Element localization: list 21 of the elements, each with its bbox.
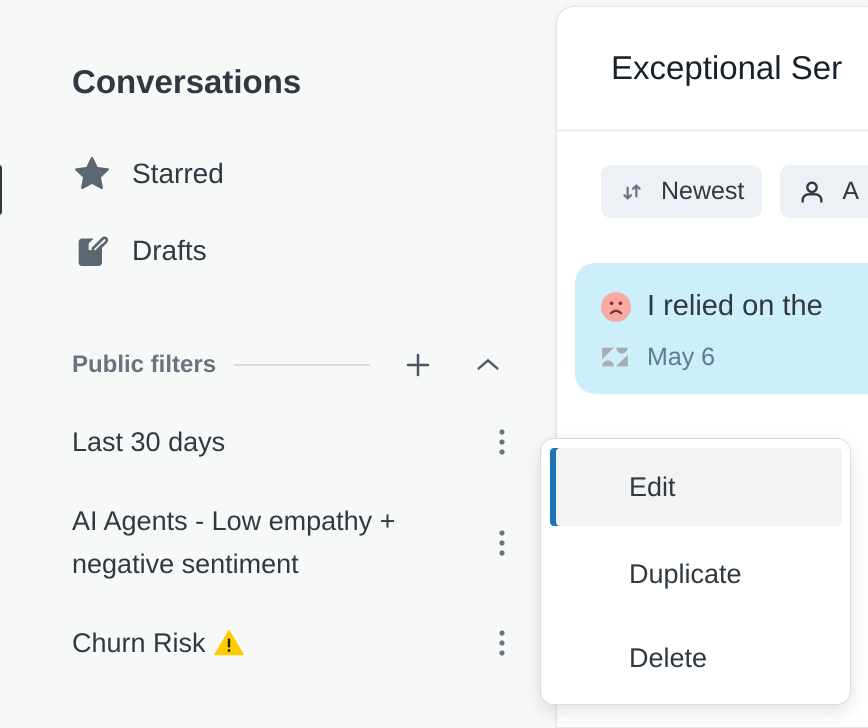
section-heading: Public filters (72, 350, 216, 380)
filter-chip[interactable]: A (780, 165, 868, 218)
menu-item[interactable]: Delete (550, 616, 842, 700)
sidebar-item[interactable]: Drafts (72, 212, 207, 290)
conversation-text: I relied on the (647, 289, 823, 324)
channel-logo-icon (601, 345, 629, 370)
menu-item[interactable]: Edit (550, 448, 842, 526)
conversation-item[interactable]: I relied on the May 6 (575, 263, 868, 394)
panel-title: Exceptional Ser (611, 48, 842, 88)
kebab-icon (498, 629, 506, 658)
sidebar-title: Conversations (72, 62, 302, 102)
filter-item[interactable]: Churn Risk (72, 622, 206, 665)
filter-item[interactable]: Last 30 days (72, 420, 226, 464)
conversation-date: May 6 (647, 342, 716, 372)
menu-item[interactable]: Duplicate (550, 532, 842, 616)
filter-item[interactable]: AI Agents - Low empathy + negative sentiment (72, 500, 462, 586)
filter-chip[interactable]: Newest (601, 165, 762, 218)
sidebar-item[interactable]: Starred (72, 136, 224, 213)
sentiment-face-icon (601, 292, 631, 322)
kebab-icon (498, 528, 506, 557)
kebab-icon (498, 428, 506, 456)
